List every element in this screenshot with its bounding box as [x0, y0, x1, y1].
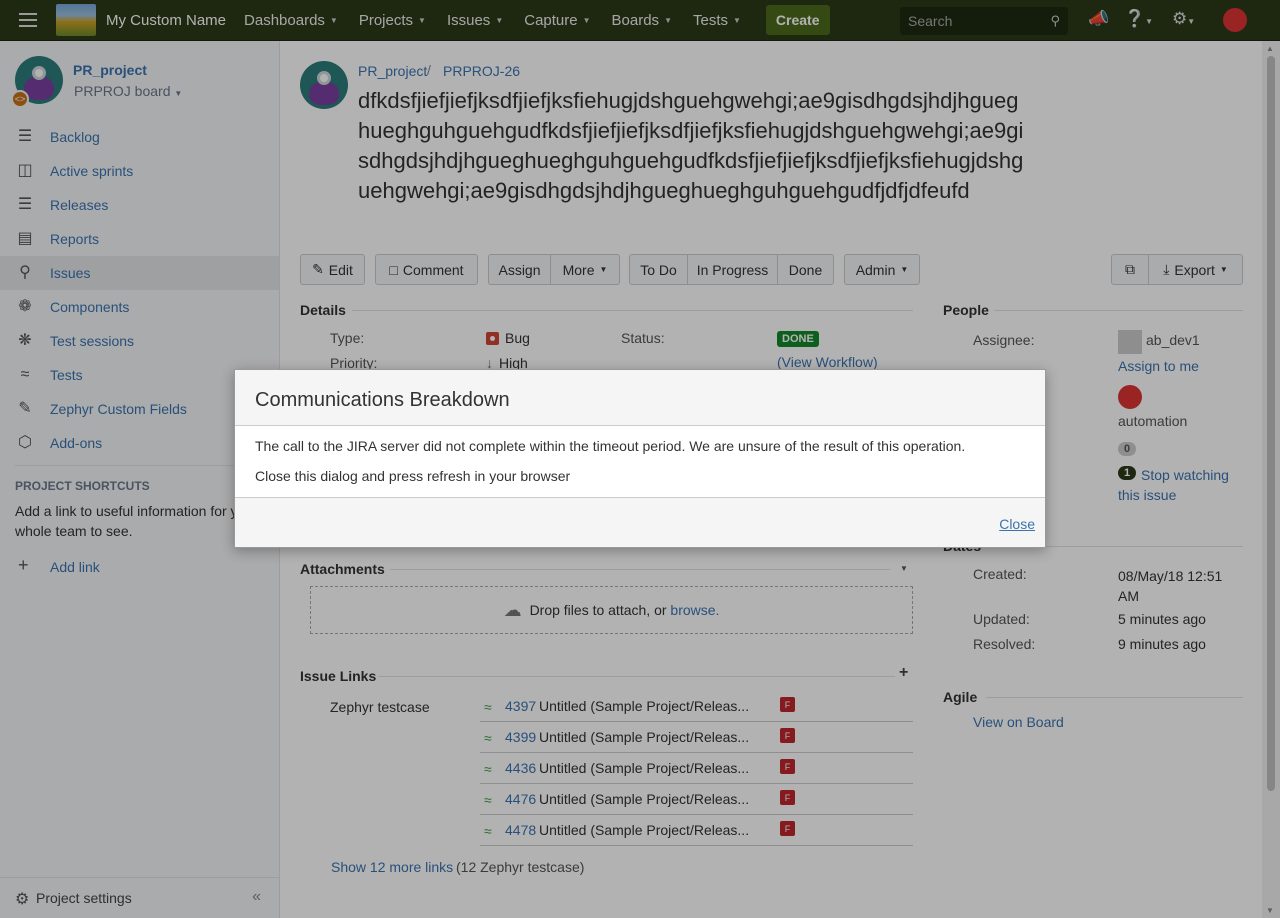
dialog-footer: Close: [235, 497, 1045, 547]
close-button[interactable]: Close: [999, 516, 1035, 532]
dialog-title: Communications Breakdown: [235, 370, 1045, 426]
communications-breakdown-dialog: Communications Breakdown The call to the…: [234, 369, 1046, 548]
dialog-instruction: Close this dialog and press refresh in y…: [255, 468, 571, 484]
dialog-message: The call to the JIRA server did not comp…: [255, 438, 966, 454]
